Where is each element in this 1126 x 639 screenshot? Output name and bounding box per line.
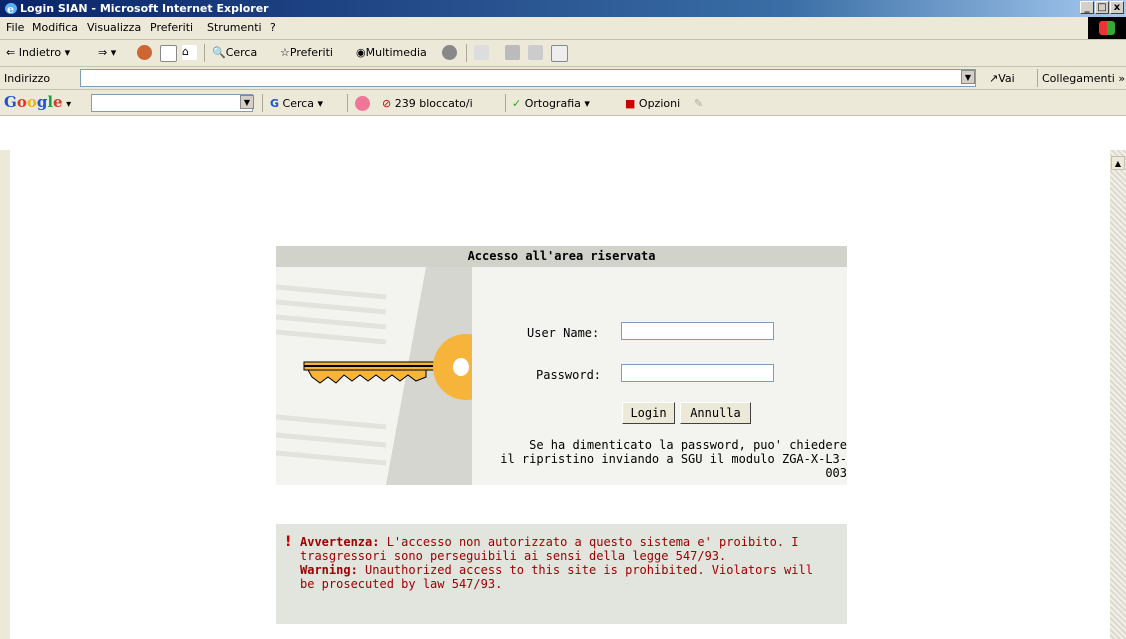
maximize-button[interactable]: □ <box>1095 1 1109 14</box>
back-button[interactable]: ⇐ Indietro ▾ <box>6 46 70 59</box>
key-illustration <box>276 267 472 485</box>
key-icon <box>276 267 472 485</box>
blocked-count: 239 bloccato/i <box>394 97 473 110</box>
warning-en-text: Unauthorized access to this site is proh… <box>300 563 813 591</box>
google-search-button[interactable]: G Cerca ▾ <box>270 97 323 110</box>
login-title: Accesso all'area riservata <box>276 246 847 267</box>
scroll-up-icon[interactable]: ▲ <box>1111 156 1125 170</box>
spell-label: Ortografia <box>524 97 581 110</box>
address-label: Indirizzo <box>4 72 51 85</box>
address-input[interactable] <box>80 69 976 87</box>
edit-icon[interactable] <box>528 45 543 60</box>
password-input[interactable] <box>621 364 774 382</box>
chevron-down-icon[interactable]: ▼ <box>961 70 975 84</box>
forgot-line-2: il ripristino inviando a SGU il modulo Z… <box>500 452 847 480</box>
google-search-input[interactable] <box>91 94 253 112</box>
warning-text: Avvertenza: L'accesso non autorizzato a … <box>300 535 820 591</box>
google-logo[interactable]: Google ▾ <box>4 93 71 111</box>
forward-button[interactable]: ⇒ ▾ <box>98 46 116 59</box>
menu-file[interactable]: File <box>6 21 24 34</box>
stop-icon[interactable] <box>137 45 152 60</box>
login-button[interactable]: Login <box>622 402 675 424</box>
links-button[interactable]: Collegamenti » <box>1042 72 1125 85</box>
internet-explorer-icon: e <box>5 3 17 15</box>
warning-it-label: Avvertenza: <box>300 535 380 549</box>
links-label: Collegamenti <box>1042 72 1115 85</box>
username-label: User Name: <box>527 326 600 340</box>
menu-preferiti[interactable]: Preferiti <box>150 21 193 34</box>
mail-icon[interactable] <box>474 45 489 60</box>
cancel-button[interactable]: Annulla <box>680 402 751 424</box>
minimize-button[interactable]: _ <box>1080 1 1094 14</box>
back-label: Indietro <box>18 46 62 59</box>
discuss-icon[interactable] <box>551 45 568 62</box>
popup-blocker-button[interactable]: ⊘ 239 bloccato/i <box>382 97 473 110</box>
options-button[interactable]: ■ Opzioni <box>625 97 680 110</box>
windows-logo <box>1088 17 1126 39</box>
spellcheck-button[interactable]: ✓ Ortografia ▾ <box>512 97 590 110</box>
close-button[interactable]: x <box>1110 1 1124 14</box>
forgot-line-1: Se ha dimenticato la password, puo' chie… <box>529 438 847 452</box>
exclamation-icon: ! <box>285 534 292 550</box>
menu-bar: File Modifica Visualizza Preferiti Strum… <box>0 17 1126 40</box>
favorites-label: Preferiti <box>289 46 333 59</box>
home-icon[interactable]: ⌂ <box>182 45 197 60</box>
vertical-scrollbar[interactable] <box>1110 150 1126 639</box>
media-label: Multimedia <box>365 46 427 59</box>
window-title: Login SIAN - Microsoft Internet Explorer <box>20 2 269 15</box>
highlight-icon[interactable]: ✎ <box>694 97 703 110</box>
print-icon[interactable] <box>505 45 520 60</box>
menu-strumenti[interactable]: Strumenti <box>207 21 262 34</box>
refresh-icon[interactable] <box>160 45 177 62</box>
svg-text:e: e <box>7 3 14 15</box>
google-search-label: Cerca <box>282 97 315 110</box>
chevron-down-icon[interactable]: ▼ <box>240 95 254 109</box>
username-input[interactable] <box>621 322 774 340</box>
warning-en-label: Warning: <box>300 563 358 577</box>
google-toolbar: Google ▾ ▼ G Cerca ▾ ⊘ 239 bloccato/i ✓ … <box>0 90 1126 116</box>
address-bar: Indirizzo ▼ ↗Vai Collegamenti » <box>0 67 1126 90</box>
favorites-button[interactable]: ☆Preferiti <box>280 46 333 59</box>
password-label: Password: <box>536 368 602 382</box>
search-button[interactable]: 🔍Cerca <box>212 46 257 59</box>
menu-visualizza[interactable]: Visualizza <box>87 21 141 34</box>
forgot-password-note: Se ha dimenticato la password, puo' chie… <box>480 438 847 480</box>
pagerank-icon[interactable] <box>355 96 370 111</box>
history-icon[interactable] <box>442 45 457 60</box>
media-button[interactable]: ◉Multimedia <box>356 46 427 59</box>
window-title-bar: e Login SIAN - Microsoft Internet Explor… <box>0 0 1126 17</box>
options-label: Opzioni <box>638 97 681 110</box>
standard-toolbar: ⇐ Indietro ▾ ⇒ ▾ ⌂ 🔍Cerca ☆Preferiti ◉Mu… <box>0 40 1126 67</box>
go-button[interactable]: ↗Vai <box>989 72 1015 85</box>
menu-modifica[interactable]: Modifica <box>32 21 78 34</box>
menu-help[interactable]: ? <box>270 21 276 34</box>
go-label: Vai <box>998 72 1015 85</box>
search-label: Cerca <box>225 46 258 59</box>
